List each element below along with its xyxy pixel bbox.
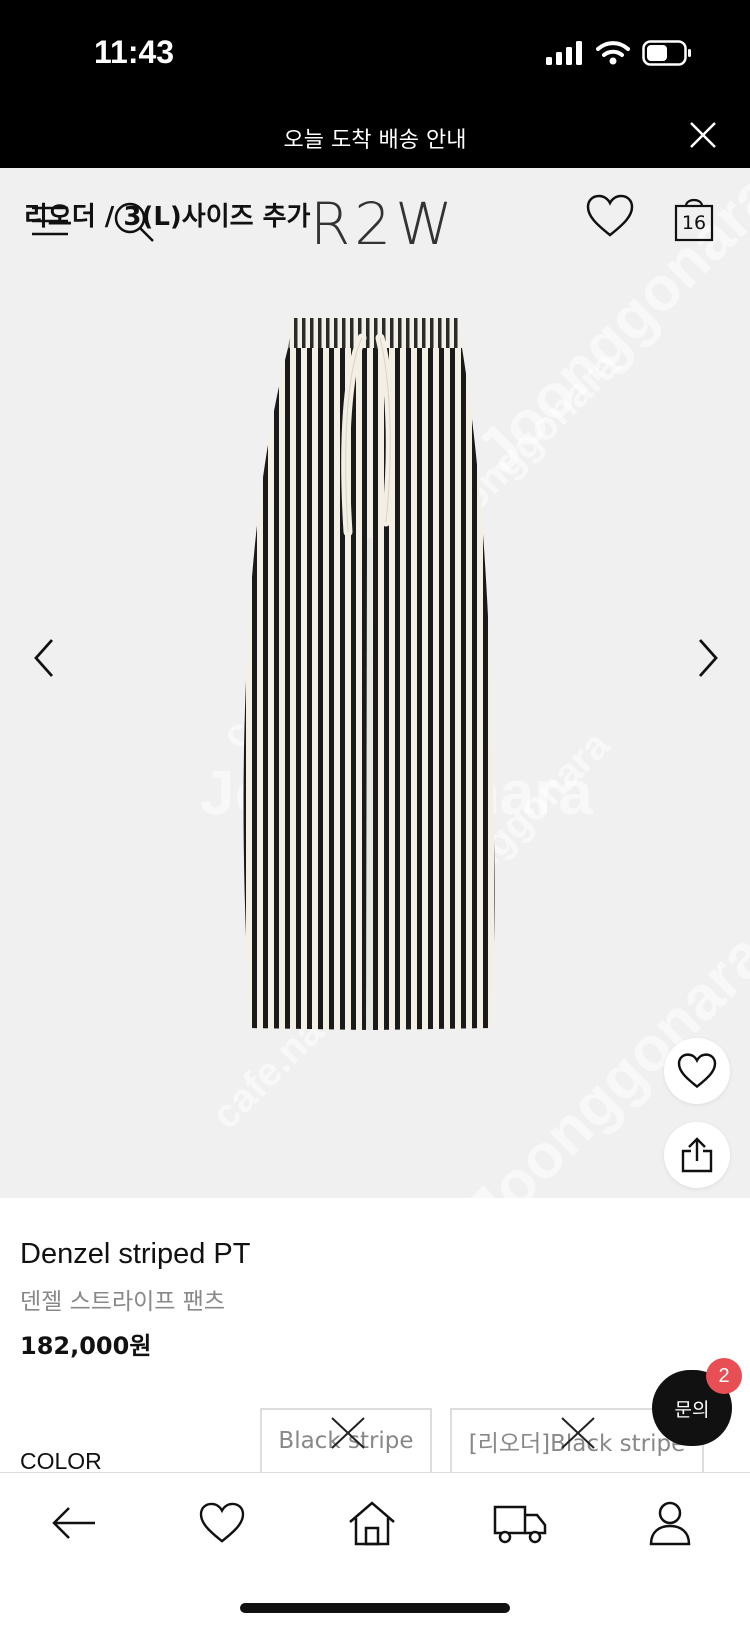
chat-label: 문의 — [674, 1398, 710, 1421]
signal-icon — [546, 41, 582, 65]
chevron-left-icon[interactable] — [24, 628, 64, 688]
nav-back-button[interactable] — [44, 1495, 104, 1551]
nav-wishlist-button[interactable] — [192, 1495, 252, 1551]
app-screen: 11:43 오늘 도착 배송 안내 Joonggonara Joonggonar… — [0, 0, 750, 1626]
close-icon[interactable] — [686, 118, 720, 152]
wifi-icon — [596, 41, 630, 65]
product-name: Denzel striped PT — [20, 1238, 251, 1270]
nav-home-button[interactable] — [342, 1495, 402, 1551]
share-icon — [681, 1137, 713, 1173]
color-option-black-stripe[interactable]: Black stripe — [260, 1408, 432, 1472]
color-label: COLOR — [20, 1448, 102, 1474]
chat-badge: 2 — [706, 1358, 742, 1394]
product-name-kr: 덴젤 스트라이프 팬츠 — [20, 1289, 226, 1315]
brand-logo[interactable]: R2W — [310, 190, 457, 258]
bottom-nav — [0, 1472, 750, 1626]
heart-icon — [199, 1502, 245, 1543]
product-gallery[interactable]: Joonggonara cafe.naver.com/joonggonara J… — [0, 168, 750, 1198]
cart-button[interactable]: 16 — [674, 192, 714, 244]
status-icons — [546, 40, 692, 66]
reorder-caption: 리오더 / 3(L)사이즈 추가 — [24, 202, 311, 232]
home-indicator — [240, 1603, 510, 1613]
home-icon — [349, 1501, 395, 1546]
cart-count: 16 — [681, 212, 707, 234]
share-button[interactable] — [664, 1122, 730, 1188]
product-price: 182,000원 — [20, 1332, 152, 1360]
heart-icon — [677, 1053, 717, 1089]
sold-out-x-icon — [331, 1417, 365, 1449]
status-time: 11:43 — [94, 34, 175, 70]
heart-icon[interactable] — [586, 194, 634, 238]
user-icon — [649, 1501, 691, 1546]
top-banner: 11:43 오늘 도착 배송 안내 — [0, 0, 750, 168]
battery-icon — [642, 40, 691, 66]
delivery-notice[interactable]: 오늘 도착 배송 안내 — [0, 122, 750, 154]
nav-mypage-button[interactable] — [640, 1495, 700, 1551]
sold-out-x-icon — [561, 1417, 595, 1449]
nav-delivery-button[interactable] — [490, 1495, 550, 1551]
back-arrow-icon — [52, 1507, 95, 1539]
product-image — [243, 318, 495, 1030]
chevron-right-icon[interactable] — [688, 628, 728, 688]
wishlist-button[interactable] — [664, 1038, 730, 1104]
truck-icon — [493, 1505, 547, 1544]
